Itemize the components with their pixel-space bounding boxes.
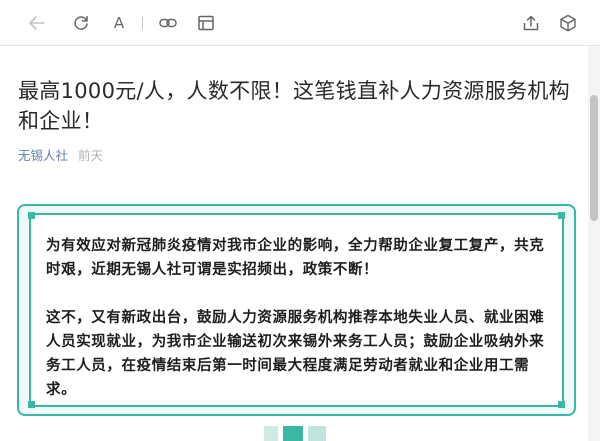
article-title: 最高1000元/人，人数不限！这笔钱直补人力资源服务机构和企业！ (18, 79, 570, 133)
scrollbar-thumb[interactable] (590, 95, 598, 221)
cube-icon[interactable] (557, 12, 579, 34)
decoration-block (308, 426, 326, 441)
intro-text: 为有效应对新冠肺炎疫情对我市企业的影响，全力帮助企业复工复产，共克时艰，近期无锡… (46, 234, 554, 402)
decoration-block (264, 426, 278, 441)
frame-corner (558, 401, 565, 408)
scrollbar[interactable] (588, 46, 600, 441)
share-icon[interactable] (520, 12, 542, 34)
source-link[interactable]: 无锡人社 (18, 148, 68, 163)
refresh-icon[interactable] (70, 12, 92, 34)
frame-corner (28, 212, 35, 219)
intro-paragraph-1: 为有效应对新冠肺炎疫情对我市企业的影响，全力帮助企业复工复产，共克时艰，近期无锡… (46, 238, 545, 278)
font-size-icon[interactable]: A (108, 12, 130, 34)
intro-frame-inner: 为有效应对新冠肺炎疫情对我市企业的影响，全力帮助企业复工复产，共克时艰，近期无锡… (28, 212, 565, 408)
toolbar-divider (142, 17, 143, 30)
article-content: 最高1000元/人，人数不限！这笔钱直补人力资源服务机构和企业！ 无锡人社 前天 … (0, 46, 588, 441)
publish-time: 前天 (78, 148, 104, 163)
decoration-block (283, 426, 303, 441)
browser-icon[interactable] (195, 12, 217, 34)
back-arrow-icon[interactable] (26, 12, 48, 34)
article-meta: 无锡人社 前天 (18, 147, 103, 165)
intro-frame: 为有效应对新冠肺炎疫情对我市企业的影响，全力帮助企业复工复产，共克时艰，近期无锡… (17, 204, 576, 416)
frame-corner (28, 401, 35, 408)
link-icon[interactable] (157, 12, 179, 34)
intro-paragraph-2: 这不，又有新政出台，鼓励人力资源服务机构推荐本地失业人员、就业困难人员实现就业，… (46, 310, 545, 398)
browser-toolbar: A (0, 0, 600, 46)
frame-corner (558, 212, 565, 219)
